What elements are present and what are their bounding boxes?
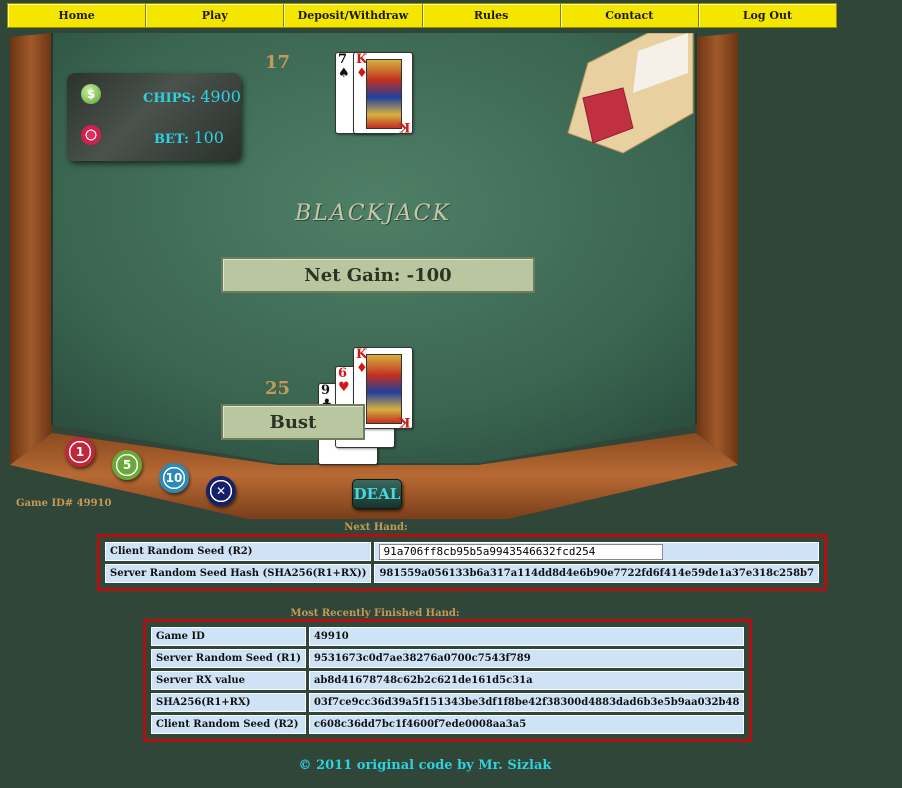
blackjack-logo: BLACKJACK — [295, 201, 451, 226]
bet-label: BET: — [154, 132, 189, 147]
player-score: 25 — [265, 378, 291, 399]
deal-button[interactable]: DEAL — [352, 479, 402, 509]
dealer-card: K ♦ K — [353, 52, 413, 134]
nav-deposit-withdraw[interactable]: Deposit/Withdraw — [284, 4, 423, 27]
row-value: c608c36dd7bc1f4600f7ede0008aa3a5 — [308, 715, 745, 734]
top-nav: Home Play Deposit/Withdraw Rules Contact… — [7, 3, 837, 28]
chip-10-button[interactable]: 10 — [159, 463, 189, 493]
table-row: Server Random Seed Hash (SHA256(R1+RX)) … — [105, 564, 819, 583]
chips-display: CHIPS: 4900 — [143, 87, 241, 106]
finished-hand-title: Most Recently Finished Hand: — [290, 608, 460, 619]
nav-rules[interactable]: Rules — [423, 4, 561, 27]
bet-value: 100 — [193, 128, 224, 147]
table-row: Client Random Seed (R2) — [105, 542, 819, 561]
table-row: Server Random Seed (R1) 9531673c0d7ae3827… — [151, 649, 745, 668]
card-rank-bottom: K — [398, 414, 410, 429]
dealer-score: 17 — [265, 52, 291, 73]
next-hand-title: Next Hand: — [344, 522, 408, 533]
bet-chip-icon — [81, 125, 101, 145]
table-row: Game ID 49910 — [151, 627, 745, 646]
dollar-chip-icon: $ — [81, 84, 101, 104]
row-value: 49910 — [308, 627, 745, 646]
net-gain-message: Net Gain: -100 — [221, 257, 535, 293]
status-message: Bust — [221, 404, 365, 440]
row-label: Server RX value — [151, 671, 306, 690]
row-label: SHA256(R1+RX) — [151, 693, 306, 712]
chips-label: CHIPS: — [143, 91, 196, 106]
king-face-icon — [366, 59, 402, 129]
king-face-icon — [366, 354, 402, 424]
server-hash-label: Server Random Seed Hash (SHA256(R1+RX)) — [105, 564, 372, 583]
nav-play[interactable]: Play — [146, 4, 285, 27]
table-row: Server RX value ab8d41678748c62b2c621de16… — [151, 671, 745, 690]
next-hand-table: Client Random Seed (R2) Server Random Se… — [97, 534, 827, 591]
footer-credit: © 2011 original code by Mr. Sizlak — [298, 758, 552, 773]
row-value: ab8d41678748c62b2c621de161d5c31a — [308, 671, 745, 690]
card-rank-bottom: K — [398, 119, 410, 134]
game-id-label: Game ID# 49910 — [16, 498, 112, 509]
client-seed-label: Client Random Seed (R2) — [105, 542, 372, 561]
table-row: SHA256(R1+RX) 03f7ce9cc36d39a5f151343be3d… — [151, 693, 745, 712]
server-hash-value: 981559a056133b6a317a114dd8d4e6b90e7722fd… — [374, 564, 819, 583]
client-seed-input[interactable] — [379, 543, 664, 560]
nav-home[interactable]: Home — [8, 4, 147, 27]
chip-panel: $ CHIPS: 4900 BET: 100 — [67, 73, 241, 161]
chip-5-button[interactable]: 5 — [112, 450, 142, 480]
row-label: Client Random Seed (R2) — [151, 715, 306, 734]
bet-display: BET: 100 — [154, 128, 224, 147]
chip-1-button[interactable]: 1 — [65, 437, 95, 467]
card-rank: 6 ♥ — [338, 366, 350, 395]
row-label: Game ID — [151, 627, 306, 646]
row-value: 9531673c0d7ae38276a0700c7543f789 — [308, 649, 745, 668]
clear-bet-button[interactable]: ✕ — [206, 476, 236, 506]
card-rank: 7 ♠ — [338, 52, 350, 81]
table-row: Client Random Seed (R2) c608c36dd7bc1f460… — [151, 715, 745, 734]
chips-value: 4900 — [200, 87, 241, 106]
row-value: 03f7ce9cc36d39a5f151343be3df1f8be42f3830… — [308, 693, 745, 712]
nav-contact[interactable]: Contact — [561, 4, 699, 27]
nav-logout[interactable]: Log Out — [699, 4, 836, 27]
finished-hand-table: Game ID 49910 Server Random Seed (R1) 9531… — [143, 619, 753, 742]
row-label: Server Random Seed (R1) — [151, 649, 306, 668]
